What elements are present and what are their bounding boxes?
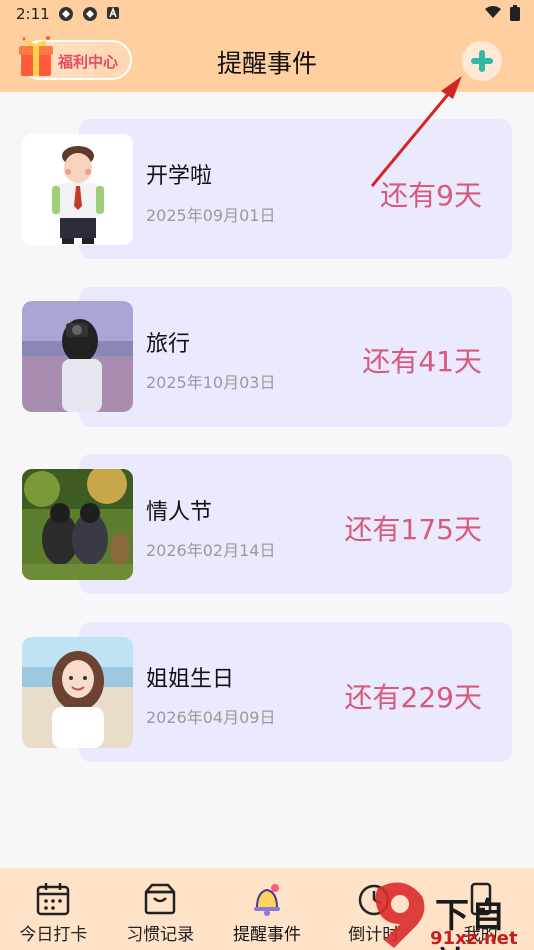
- event-date: 2025年10月03日: [146, 373, 276, 392]
- app-icon: [59, 7, 73, 21]
- header: 福利中心 提醒事件: [0, 28, 534, 92]
- box-icon: [144, 883, 176, 915]
- tab-label: 今日打卡: [19, 925, 88, 945]
- travel-photo: [22, 301, 133, 412]
- notification-icons: [58, 6, 120, 22]
- wifi-icon: [485, 6, 501, 18]
- girl-photo: [22, 637, 133, 748]
- a-icon: [107, 6, 119, 19]
- page-title: 提醒事件: [216, 49, 317, 78]
- battery-icon: [510, 5, 520, 21]
- app-icon: [83, 7, 97, 21]
- student-photo: [22, 134, 133, 245]
- event-title: 姐姐生日: [146, 667, 235, 692]
- event-date: 2026年02月14日: [146, 541, 276, 560]
- event-remaining: 还有9天: [380, 179, 482, 212]
- tab-today-checkin[interactable]: 今日打卡: [0, 868, 107, 950]
- tab-label: 提醒事件: [232, 925, 301, 945]
- event-remaining: 还有229天: [344, 681, 482, 714]
- tab-reminder-events[interactable]: 提醒事件: [214, 868, 321, 950]
- event-remaining: 还有175天: [344, 513, 482, 546]
- event-title: 情人节: [146, 500, 213, 525]
- plus-icon: [471, 50, 493, 72]
- event-list: 开学啦 2025年09月01日 还有9天 旅行 2025年10月03日 还有41…: [0, 92, 534, 868]
- event-date: 2026年04月09日: [146, 708, 276, 727]
- tab-habit-record[interactable]: 习惯记录: [107, 868, 214, 950]
- event-remaining: 还有41天: [362, 345, 482, 378]
- event-date: 2025年09月01日: [146, 206, 276, 225]
- status-bar: 2:11: [0, 0, 534, 28]
- bell-icon: [253, 884, 280, 916]
- add-event-button[interactable]: [462, 41, 502, 81]
- watermark-site: 91xz.net: [430, 928, 518, 949]
- tab-label: 习惯记录: [126, 925, 195, 945]
- event-title: 开学啦: [146, 164, 213, 189]
- calendar-icon: [37, 883, 70, 916]
- event-title: 旅行: [146, 332, 191, 357]
- couple-photo: [22, 469, 133, 580]
- status-time: 2:11: [16, 5, 50, 23]
- system-icons: [484, 5, 520, 21]
